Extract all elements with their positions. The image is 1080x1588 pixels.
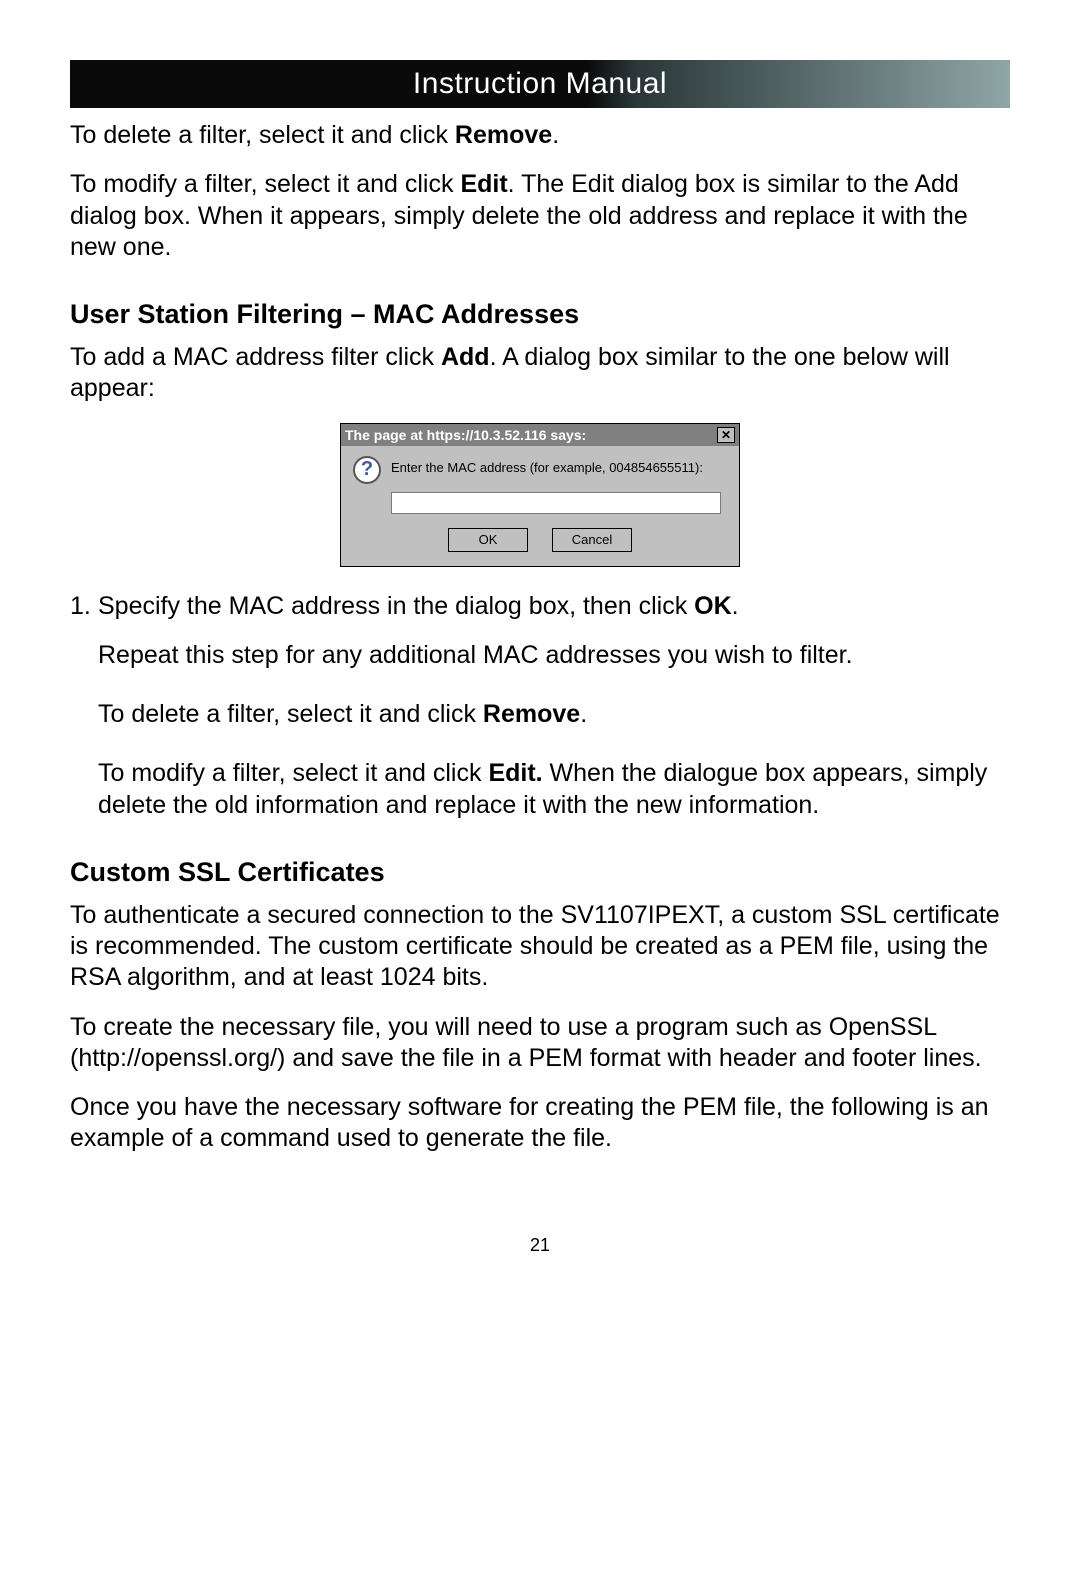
dialog-close-button[interactable]: ✕: [717, 427, 735, 443]
dialog-title: The page at https://10.3.52.116 says:: [345, 427, 586, 443]
text: Specify the MAC address in the dialog bo…: [98, 592, 694, 620]
header-title: Instruction Manual: [413, 67, 667, 101]
heading-mac-filtering: User Station Filtering – MAC Addresses: [70, 299, 1010, 330]
text: To modify a filter, select it and click: [98, 759, 488, 787]
text: .: [732, 592, 739, 620]
mac-add-paragraph: To add a MAC address filter click Add. A…: [70, 342, 1010, 405]
intro-delete: To delete a filter, select it and click …: [70, 120, 1010, 151]
step-modify: To modify a filter, select it and click …: [70, 758, 1010, 821]
bold-remove: Remove: [483, 700, 580, 728]
ok-button[interactable]: OK: [448, 528, 528, 552]
text: To delete a filter, select it and click: [98, 700, 483, 728]
dialog-prompt: Enter the MAC address (for example, 0048…: [391, 456, 703, 475]
step-1: 1.Specify the MAC address in the dialog …: [70, 591, 1010, 622]
close-icon: ✕: [721, 429, 731, 441]
question-icon: ?: [353, 456, 381, 484]
ssl-p3: Once you have the necessary software for…: [70, 1092, 1010, 1155]
bold-edit: Edit: [460, 170, 507, 198]
dialog-titlebar: The page at https://10.3.52.116 says: ✕: [341, 424, 739, 446]
ssl-p1: To authenticate a secured connection to …: [70, 900, 1010, 994]
text: .: [580, 700, 587, 728]
page-number: 21: [70, 1235, 1010, 1256]
text: To modify a filter, select it and click: [70, 170, 460, 198]
bold-edit: Edit.: [488, 759, 542, 787]
ssl-p2: To create the necessary file, you will n…: [70, 1012, 1010, 1075]
text: To add a MAC address filter click: [70, 343, 441, 371]
step-delete: To delete a filter, select it and click …: [70, 699, 1010, 730]
text: To delete a filter, select it and click: [70, 121, 455, 149]
intro-modify: To modify a filter, select it and click …: [70, 169, 1010, 263]
bold-remove: Remove: [455, 121, 552, 149]
cancel-button[interactable]: Cancel: [552, 528, 632, 552]
header-bar: Instruction Manual: [70, 60, 1010, 108]
dialog-input[interactable]: [391, 492, 721, 514]
step-number: 1.: [70, 591, 98, 622]
text: .: [552, 121, 559, 149]
step-1-repeat: Repeat this step for any additional MAC …: [70, 640, 1010, 671]
dialog-screenshot: The page at https://10.3.52.116 says: ✕ …: [70, 423, 1010, 567]
dialog-box: The page at https://10.3.52.116 says: ✕ …: [340, 423, 740, 567]
heading-ssl: Custom SSL Certificates: [70, 857, 1010, 888]
bold-add: Add: [441, 343, 490, 371]
bold-ok: OK: [694, 592, 732, 620]
dialog-body: ? Enter the MAC address (for example, 00…: [341, 446, 739, 566]
